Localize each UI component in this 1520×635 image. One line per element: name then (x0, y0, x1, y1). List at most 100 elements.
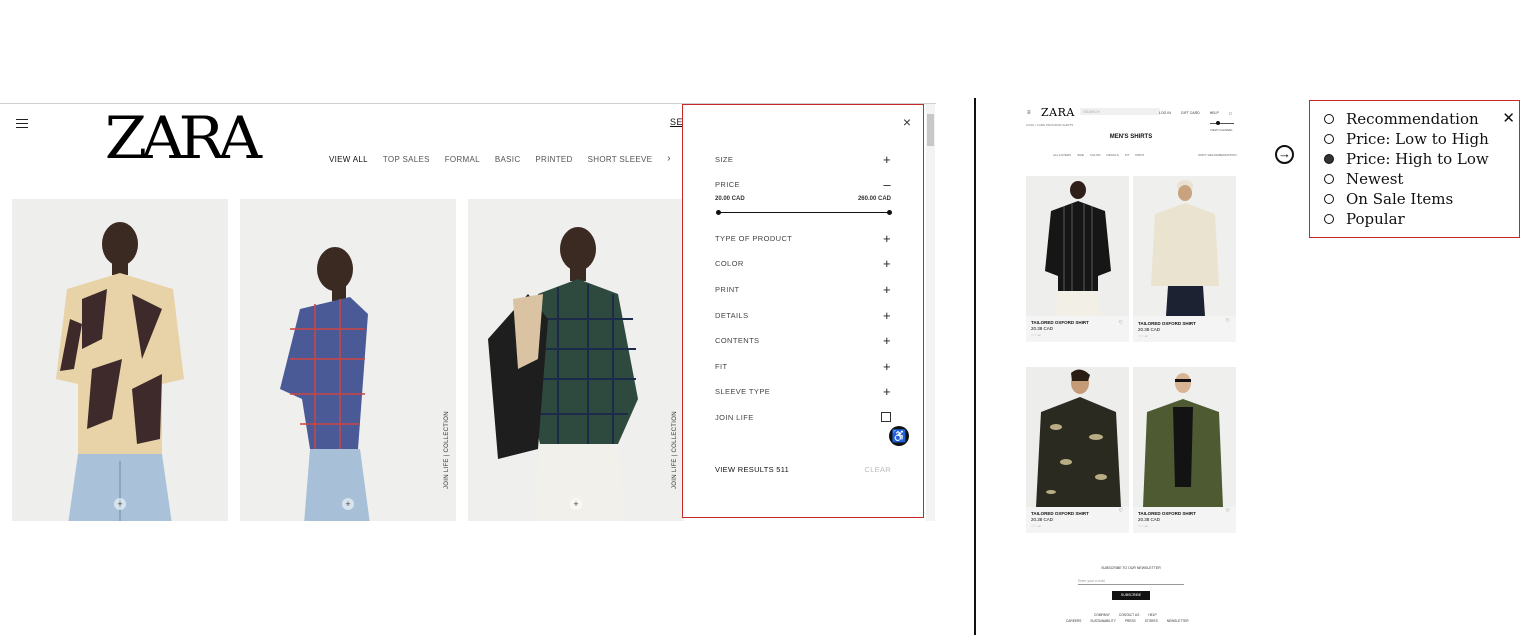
product-card[interactable]: TAILORED OXFORD SHIRT 20.38 CAD ○○○ +2 ♡ (1026, 367, 1129, 533)
add-to-bag-button[interactable]: + (114, 498, 126, 510)
scrollbar[interactable] (926, 104, 935, 521)
expand-icon[interactable]: + (883, 256, 891, 271)
filter-size[interactable]: SIZE + (715, 152, 891, 169)
cat-top-sales[interactable]: TOP SALES (383, 155, 430, 164)
expand-icon[interactable]: + (883, 282, 891, 297)
heart-icon[interactable]: ♡ (1119, 508, 1123, 514)
filter-print[interactable]: PRINT + (715, 282, 891, 299)
heart-icon[interactable]: ♡ (1226, 508, 1230, 514)
email-field[interactable]: Enter your e-mail (1078, 579, 1184, 585)
filter-sleeve-type[interactable]: SLEEVE TYPE + (715, 384, 891, 401)
radio-button[interactable] (1324, 134, 1334, 144)
add-to-bag-button[interactable]: + (342, 498, 354, 510)
product-name[interactable]: TAILORED OXFORD SHIRT (1138, 511, 1196, 516)
color-swatches[interactable]: ○○○ +2 (1031, 524, 1041, 528)
arrow-right-icon[interactable]: → (1275, 145, 1294, 164)
expand-icon[interactable]: + (883, 333, 891, 348)
cat-basic[interactable]: BASIC (495, 155, 521, 164)
footer-company[interactable]: COMPANY (1094, 613, 1110, 617)
radio-button[interactable] (1324, 174, 1334, 184)
product-card[interactable]: + (12, 199, 228, 521)
radio-button-selected[interactable] (1324, 154, 1334, 164)
sort-option-price-low-high[interactable]: Price: Low to High (1324, 129, 1489, 149)
scrollbar-thumb[interactable] (927, 114, 934, 146)
collapse-icon[interactable]: – (883, 177, 891, 192)
product-card[interactable]: TAILORED OXFORD SHIRT 20.38 CAD ○○○ +2 ♡ (1133, 176, 1236, 342)
chevron-right-icon[interactable]: › (667, 154, 671, 164)
filter-print[interactable]: PRINT (1135, 153, 1144, 157)
filter-sleeve-label: SLEEVE TYPE (715, 387, 771, 396)
login-link[interactable]: LOG IN (1159, 111, 1171, 115)
filter-details[interactable]: DETAILS (1107, 153, 1119, 157)
close-icon[interactable]: ✕ (1502, 111, 1515, 126)
footer-sustainability[interactable]: SUSTAINABILITY (1090, 619, 1115, 623)
sort-option-price-high-low[interactable]: Price: High to Low (1324, 149, 1489, 169)
filter-all[interactable]: ALL FILTERS (1053, 153, 1071, 157)
sort-option-popular[interactable]: Popular (1324, 209, 1405, 229)
price-slider-max-handle[interactable] (887, 210, 892, 215)
filter-color[interactable]: COLOR + (715, 256, 891, 273)
gift-card-link[interactable]: GIFT CARD (1181, 111, 1200, 115)
expand-icon[interactable]: + (883, 359, 891, 374)
radio-button[interactable] (1324, 194, 1334, 204)
bag-icon[interactable]: ◻ (1229, 111, 1232, 115)
product-card[interactable]: + JOIN LIFE | COLLECTION (468, 199, 684, 521)
add-to-bag-button[interactable]: + (570, 498, 582, 510)
filter-join-life[interactable]: JOIN LIFE (715, 412, 891, 427)
product-name[interactable]: TAILORED OXFORD SHIRT (1031, 320, 1089, 325)
expand-icon[interactable]: + (883, 152, 891, 167)
filter-type-of-product[interactable]: TYPE OF PRODUCT + (715, 231, 891, 248)
help-link[interactable]: HELP (1210, 111, 1219, 115)
footer-help[interactable]: HELP (1148, 613, 1156, 617)
filter-details[interactable]: DETAILS + (715, 308, 891, 325)
color-swatches[interactable]: ○○○ +2 (1138, 524, 1148, 528)
clear-button[interactable]: CLEAR (864, 465, 891, 474)
product-card[interactable]: TAILORED OXFORD SHIRT 20.38 CAD ○○○ +2 ♡ (1133, 367, 1236, 533)
expand-icon[interactable]: + (883, 384, 891, 399)
product-name[interactable]: TAILORED OXFORD SHIRT (1031, 511, 1089, 516)
product-name[interactable]: TAILORED OXFORD SHIRT (1138, 321, 1196, 326)
price-slider-min-handle[interactable] (716, 210, 721, 215)
filter-color[interactable]: COLOR (1090, 153, 1101, 157)
zara-logo[interactable]: ZARA (105, 109, 262, 167)
footer-stores[interactable]: STORES (1145, 619, 1158, 623)
expand-icon[interactable]: + (883, 308, 891, 323)
sort-option-on-sale[interactable]: On Sale Items (1324, 189, 1453, 209)
filter-price[interactable]: PRICE – (715, 177, 891, 194)
color-swatches[interactable]: ○○○ +2 (1138, 334, 1148, 338)
subscribe-button[interactable]: SUBSCRIBE (1112, 591, 1150, 600)
expand-icon[interactable]: + (883, 231, 891, 246)
zara-logo[interactable]: ZARA (1041, 106, 1075, 119)
sort-option-recommendation[interactable]: Recommendation (1324, 109, 1479, 129)
cat-formal[interactable]: FORMAL (445, 155, 480, 164)
join-life-checkbox[interactable] (881, 412, 891, 422)
view-results-button[interactable]: VIEW RESULTS 511 (715, 465, 789, 474)
search-input[interactable]: SEARCH (1080, 108, 1160, 115)
heart-icon[interactable]: ♡ (1226, 318, 1230, 324)
menu-icon[interactable]: ≡ (1027, 110, 1031, 116)
view-toggle[interactable] (1210, 121, 1234, 125)
product-card[interactable]: + JOIN LIFE | COLLECTION (240, 199, 456, 521)
price-slider-track[interactable] (717, 212, 890, 213)
heart-icon[interactable]: ♡ (1119, 320, 1123, 326)
footer-press[interactable]: PRESS (1125, 619, 1136, 623)
footer-careers[interactable]: CAREERS (1066, 619, 1081, 623)
cat-printed[interactable]: PRINTED (535, 155, 572, 164)
filter-size[interactable]: SIZE (1077, 153, 1084, 157)
menu-icon[interactable] (16, 119, 28, 129)
cat-view-all[interactable]: VIEW ALL (329, 155, 368, 164)
footer-newsletter[interactable]: NEWSLETTER (1167, 619, 1189, 623)
radio-button[interactable] (1324, 214, 1334, 224)
filter-fit[interactable]: FIT + (715, 359, 891, 376)
accessibility-icon[interactable]: ♿ (889, 426, 909, 446)
product-card[interactable]: TAILORED OXFORD SHIRT 20.38 CAD ○○○ +2 ♡ (1026, 176, 1129, 342)
cat-short-sleeve[interactable]: SHORT SLEEVE (588, 155, 653, 164)
close-icon[interactable]: × (903, 115, 911, 129)
filter-contents[interactable]: CONTENTS + (715, 333, 891, 350)
sort-option-newest[interactable]: Newest (1324, 169, 1403, 189)
sort-dropdown[interactable]: SORT: RECOMMENDATION (1198, 153, 1237, 157)
radio-button[interactable] (1324, 114, 1334, 124)
filter-fit[interactable]: FIT (1125, 153, 1130, 157)
footer-contact[interactable]: CONTACT US (1119, 613, 1139, 617)
color-swatches[interactable]: ○○○ +2 (1031, 333, 1041, 337)
